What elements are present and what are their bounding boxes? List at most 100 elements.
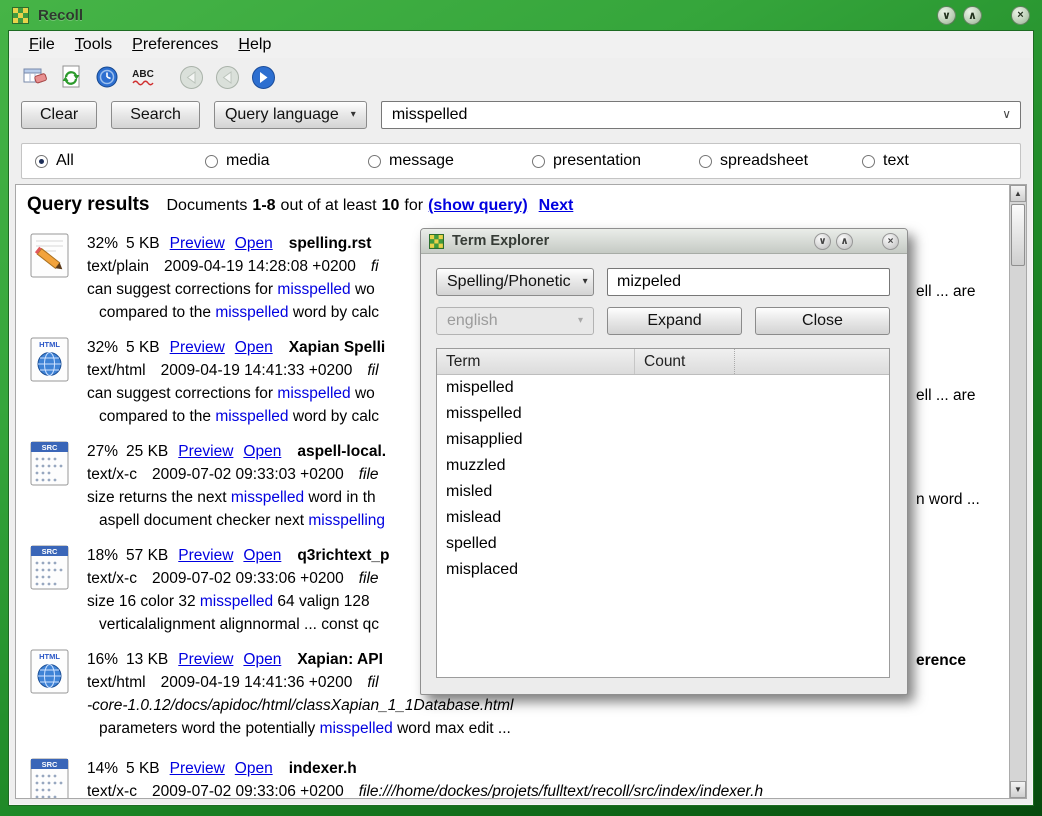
svg-text:SRC: SRC [42, 443, 58, 452]
radio-icon[interactable] [205, 155, 218, 168]
term-row[interactable]: misplaced [437, 557, 889, 583]
filter-label: media [226, 152, 270, 170]
dialog-body: Spelling/Phonetic ▾ mizpeled english ▾ E… [421, 254, 907, 678]
scroll-down-button[interactable]: ▼ [1010, 781, 1026, 798]
src-file-icon: SRC [26, 544, 73, 591]
term-row[interactable]: spelled [437, 531, 889, 557]
results-header: Query results Documents 1-8 out of at le… [27, 194, 996, 216]
result-relevance: 18% [87, 547, 118, 564]
result-url: file [359, 466, 379, 483]
highlight-term: misspelled [215, 304, 288, 321]
open-link[interactable]: Open [243, 651, 281, 668]
filter-spreadsheet[interactable]: spreadsheet [699, 152, 808, 170]
result-meta: text/x-c2009-07-02 09:33:03 +0200file [87, 463, 386, 486]
radio-icon[interactable] [532, 155, 545, 168]
scrollbar-thumb[interactable] [1011, 204, 1025, 266]
result-headline: 18%57 KBPreviewOpenq3richtext_p [87, 544, 390, 567]
menu-item-file[interactable]: File [19, 34, 65, 56]
src-file-icon: SRC [26, 757, 73, 799]
term-row[interactable]: misled [437, 479, 889, 505]
open-link[interactable]: Open [235, 339, 273, 356]
term-row[interactable]: muzzled [437, 453, 889, 479]
summary-text: Documents [167, 197, 248, 215]
document-history-icon[interactable] [93, 63, 121, 91]
window-controls: ∨ ∧ × [937, 6, 1030, 25]
snippet-text: verticalalignment alignnormal ... const … [99, 616, 379, 633]
close-dialog-button[interactable]: Close [755, 307, 890, 335]
filter-text[interactable]: text [862, 152, 909, 170]
preview-link[interactable]: Preview [178, 443, 233, 460]
previous-page-icon[interactable] [213, 63, 241, 91]
filter-label: text [883, 152, 909, 170]
term-column-header[interactable]: Term [437, 349, 635, 374]
term-table: Term Count mispelledmisspelledmisapplied… [436, 348, 890, 678]
clear-search-icon[interactable] [21, 63, 49, 91]
filter-message[interactable]: message [368, 152, 454, 170]
unshade-button[interactable]: ∧ [963, 6, 982, 25]
term-input[interactable]: mizpeled [607, 268, 890, 296]
filter-media[interactable]: media [205, 152, 270, 170]
term-row[interactable]: misapplied [437, 427, 889, 453]
expansion-mode-select[interactable]: Spelling/Phonetic ▾ [436, 268, 594, 296]
shade-button[interactable]: ∨ [937, 6, 956, 25]
recoll-logo-icon [12, 7, 29, 24]
previous-page-icon[interactable] [177, 63, 205, 91]
snippet-text: compared to the [99, 408, 215, 425]
radio-icon[interactable] [368, 155, 381, 168]
count-column-header[interactable]: Count [635, 349, 735, 374]
show-query-link[interactable]: (show query) [428, 197, 528, 215]
close-dialog-window-button[interactable]: × [882, 233, 899, 250]
preview-link[interactable]: Preview [170, 339, 225, 356]
filter-all[interactable]: All [35, 152, 74, 170]
query-language-select[interactable]: Query language ▾ [214, 101, 367, 129]
snippet-text: wo [351, 281, 375, 298]
menu-bar: FileToolsPreferencesHelp [9, 31, 1033, 58]
term-row[interactable]: mislead [437, 505, 889, 531]
menu-accelerator: T [75, 36, 83, 53]
query-input[interactable]: misspelled ∨ [381, 101, 1021, 129]
expand-button[interactable]: Expand [607, 307, 742, 335]
scroll-up-button[interactable]: ▲ [1010, 185, 1026, 202]
query-history-chevron-icon[interactable]: ∨ [1002, 107, 1011, 121]
radio-icon[interactable] [699, 155, 712, 168]
window-titlebar[interactable]: Recoll ∨ ∧ × [0, 0, 1042, 30]
svg-text:SRC: SRC [42, 547, 58, 556]
open-link[interactable]: Open [235, 235, 273, 252]
query-language-label: Query language [225, 106, 339, 124]
unshade-button[interactable]: ∧ [836, 233, 853, 250]
result-mime: text/x-c [87, 466, 137, 483]
shade-button[interactable]: ∨ [814, 233, 831, 250]
menu-item-tools[interactable]: Tools [65, 34, 122, 56]
window-title: Recoll [38, 7, 83, 24]
result-snippet: parameters word the potentially misspell… [87, 717, 514, 740]
radio-icon[interactable] [35, 155, 48, 168]
preview-link[interactable]: Preview [170, 760, 225, 777]
clear-button[interactable]: Clear [21, 101, 97, 129]
preview-link[interactable]: Preview [170, 235, 225, 252]
dialog-titlebar[interactable]: Term Explorer ∨ ∧ × [421, 229, 907, 254]
snippet-text: size returns the next [87, 489, 231, 506]
term-row[interactable]: mispelled [437, 375, 889, 401]
snippet-text: 64 valign 128 [273, 593, 370, 610]
preview-link[interactable]: Preview [178, 547, 233, 564]
spellcheck-icon[interactable]: ABC [129, 63, 157, 91]
filter-presentation[interactable]: presentation [532, 152, 641, 170]
next-page-icon[interactable] [249, 63, 277, 91]
close-window-button[interactable]: × [1011, 6, 1030, 25]
search-button[interactable]: Search [111, 101, 200, 129]
preview-link[interactable]: Preview [178, 651, 233, 668]
results-title: Query results [27, 194, 150, 216]
menu-item-preferences[interactable]: Preferences [122, 34, 228, 56]
update-index-icon[interactable] [57, 63, 85, 91]
results-scrollbar[interactable]: ▲ ▼ [1009, 185, 1026, 798]
open-link[interactable]: Open [235, 760, 273, 777]
highlight-term: misspelled [231, 489, 304, 506]
menu-item-help[interactable]: Help [228, 34, 281, 56]
open-link[interactable]: Open [243, 547, 281, 564]
term-row[interactable]: misspelled [437, 401, 889, 427]
open-link[interactable]: Open [243, 443, 281, 460]
result-meta: text/x-c2009-07-02 09:33:06 +0200file://… [87, 780, 763, 799]
next-page-link[interactable]: Next [539, 197, 574, 215]
radio-icon[interactable] [862, 155, 875, 168]
snippet-text: word max edit ... [393, 720, 511, 737]
